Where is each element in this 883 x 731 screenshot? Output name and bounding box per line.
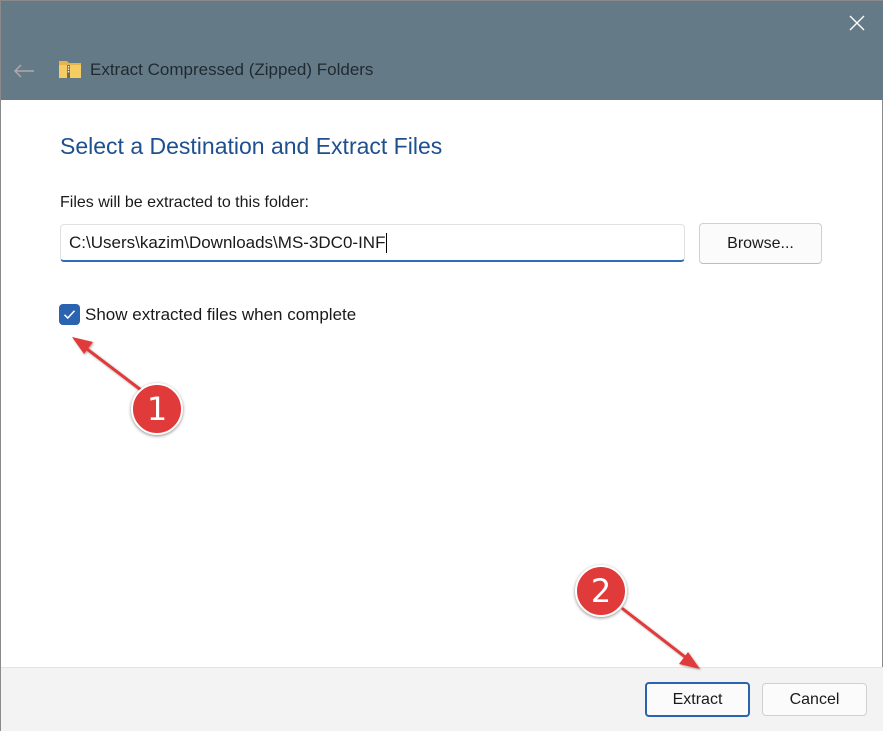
checkmark-icon [63, 310, 76, 320]
show-files-label[interactable]: Show extracted files when complete [85, 305, 356, 325]
extract-dialog: Extract Compressed (Zipped) Folders Sele… [0, 0, 883, 731]
page-heading: Select a Destination and Extract Files [60, 133, 443, 159]
arrow-to-checkbox [72, 337, 143, 392]
destination-path-input[interactable]: C:\Users\kazim\Downloads\MS-3DC0-INF [60, 224, 685, 262]
window-title: Extract Compressed (Zipped) Folders [90, 60, 374, 79]
browse-button[interactable]: Browse... [699, 223, 822, 264]
show-files-checkbox[interactable] [59, 304, 80, 325]
destination-path-value: C:\Users\kazim\Downloads\MS-3DC0-INF [69, 232, 386, 252]
step-badge-2: 2 [575, 565, 627, 617]
back-arrow-icon [13, 64, 34, 78]
text-caret [386, 232, 388, 253]
cancel-button[interactable]: Cancel [762, 683, 867, 716]
arrow-to-extract-button [621, 607, 700, 669]
destination-label: Files will be extracted to this folder: [60, 194, 309, 211]
zipped-folder-icon [59, 61, 81, 78]
extract-button[interactable]: Extract [645, 682, 750, 717]
step-badge-1: 1 [131, 383, 183, 435]
dialog-footer [1, 667, 883, 731]
annotation-arrows [72, 337, 700, 669]
title-bar: Extract Compressed (Zipped) Folders [1, 1, 883, 100]
close-button[interactable] [837, 5, 877, 41]
back-button[interactable] [9, 57, 39, 85]
close-icon [849, 15, 865, 31]
